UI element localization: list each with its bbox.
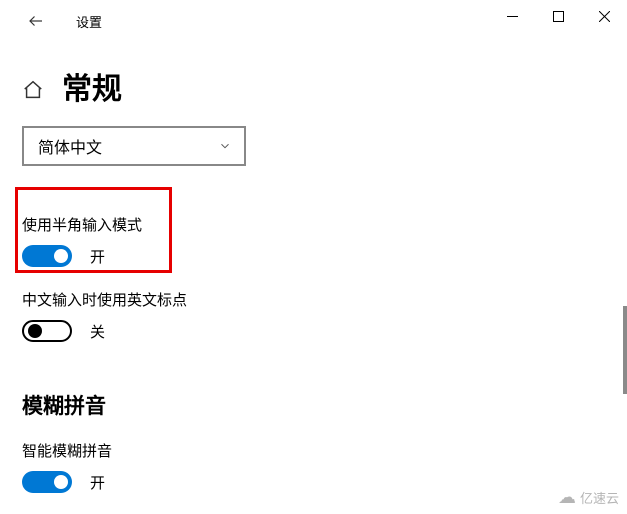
watermark-text: 亿速云 [580, 488, 619, 507]
maximize-icon [553, 11, 564, 22]
english-punct-toggle[interactable] [22, 320, 72, 342]
chevron-down-icon [218, 139, 232, 153]
close-icon [599, 11, 610, 22]
minimize-button[interactable] [489, 0, 535, 32]
close-button[interactable] [581, 0, 627, 32]
scrollbar-thumb[interactable] [623, 306, 627, 394]
language-dropdown-value: 简体中文 [38, 134, 102, 158]
maximize-button[interactable] [535, 0, 581, 32]
arrow-left-icon [27, 12, 45, 30]
english-punct-state: 关 [90, 321, 105, 342]
home-icon [22, 79, 44, 101]
back-button[interactable] [20, 5, 52, 37]
scrollbar[interactable] [623, 42, 627, 514]
halfwidth-label: 使用半角输入模式 [22, 214, 627, 235]
smart-fuzzy-label: 智能模糊拼音 [22, 440, 627, 461]
cloud-icon: ☁ [558, 487, 576, 508]
minimize-icon [507, 11, 518, 22]
watermark: ☁ 亿速云 [558, 487, 619, 508]
language-dropdown[interactable]: 简体中文 [22, 126, 246, 166]
smart-fuzzy-state: 开 [90, 472, 105, 493]
fuzzy-section-title: 模糊拼音 [0, 390, 627, 420]
english-punct-label: 中文输入时使用英文标点 [22, 289, 627, 310]
smart-fuzzy-toggle[interactable] [22, 471, 72, 493]
page-title: 常规 [62, 64, 122, 108]
halfwidth-toggle[interactable] [22, 245, 72, 267]
halfwidth-state: 开 [90, 246, 105, 267]
app-title: 设置 [76, 12, 102, 31]
